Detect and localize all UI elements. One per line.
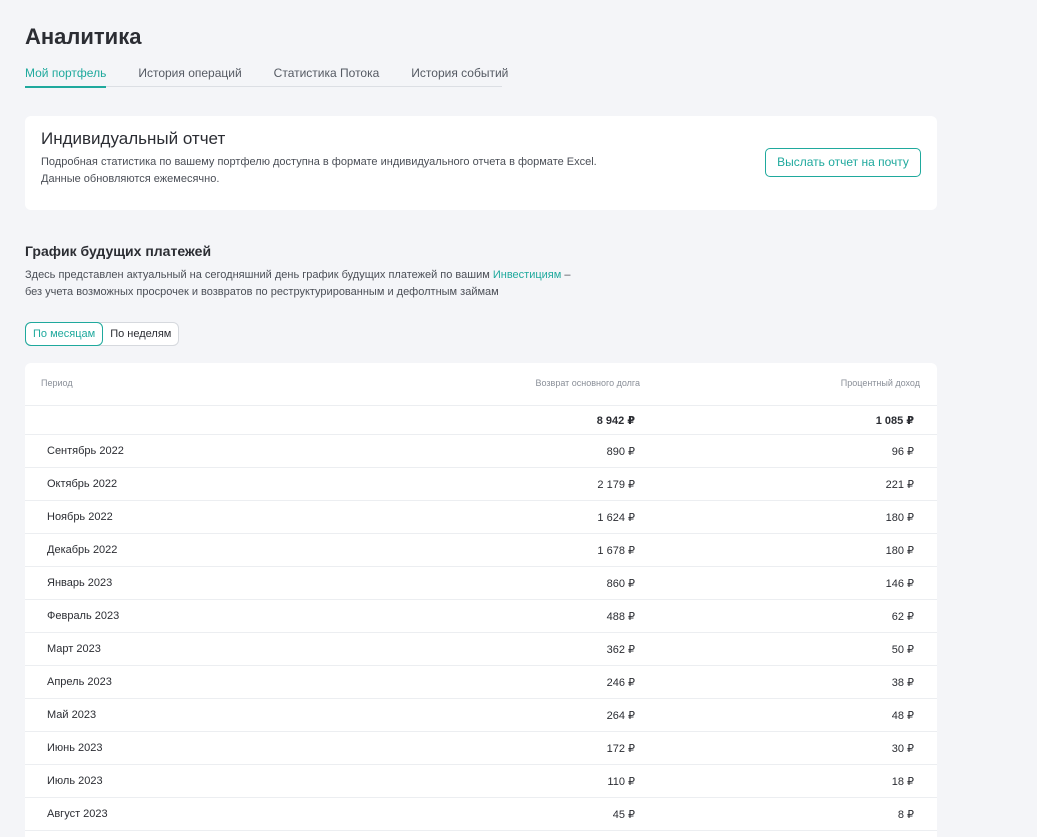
total-interest: 1 085 ₽ [875,415,914,427]
schedule-description-line-2: без учета возможных просрочек и возврато… [25,286,499,298]
table-row: Июнь 2023 172 ₽ 30 ₽ [25,732,937,765]
row-period: Июль 2023 [47,775,103,787]
table-row: Декабрь 2022 1 678 ₽ 180 ₽ [25,534,937,567]
page-title: Аналитика [25,24,142,49]
analytics-tabs: Мой портфель История операций Статистика… [25,64,508,88]
table-row: Январь 2023 860 ₽ 146 ₽ [25,567,937,600]
table-row: Октябрь 2022 2 179 ₽ 221 ₽ [25,468,937,501]
investments-link[interactable]: Инвестициям [493,269,561,281]
table-row: Июль 2023 110 ₽ 18 ₽ [25,765,937,798]
row-principal: 264 ₽ [606,710,635,722]
row-principal: 172 ₽ [606,743,635,755]
row-period: Июнь 2023 [47,742,103,754]
row-period: Сентябрь 2022 [47,445,124,457]
row-period: Ноябрь 2022 [47,511,113,523]
row-principal: 110 ₽ [607,776,635,788]
table-row: Февраль 2023 488 ₽ 62 ₽ [25,600,937,633]
schedule-text-after-link: – [561,269,571,281]
period-toggle: По месяцам По неделям [25,322,180,346]
row-interest: 18 ₽ [891,776,914,788]
row-interest: 8 ₽ [897,809,914,821]
row-period: Август 2023 [47,808,108,820]
report-description: Подробная статистика по вашему портфелю … [41,154,681,188]
table-row: Сентябрь 2022 890 ₽ 96 ₽ [25,435,937,468]
report-description-line-1: Подробная статистика по вашему портфелю … [41,156,597,168]
tab-events-history[interactable]: История событий [411,64,508,87]
row-principal: 1 624 ₽ [597,512,635,524]
table-row: Ноябрь 2022 1 624 ₽ 180 ₽ [25,501,937,534]
row-interest: 38 ₽ [891,677,914,689]
row-period: Январь 2023 [47,577,113,589]
row-interest: 180 ₽ [885,545,914,557]
send-report-button[interactable]: Выслать отчет на почту [765,148,921,177]
row-interest: 30 ₽ [891,743,914,755]
header-principal: Возврат основного долга [535,378,640,388]
total-principal: 8 942 ₽ [596,415,635,427]
row-interest: 180 ₽ [885,512,914,524]
row-principal: 362 ₽ [606,644,635,656]
payments-table: Период Возврат основного долга Процентны… [25,363,937,837]
toggle-by-weeks[interactable]: По неделям [103,323,178,345]
table-header: Период Возврат основного долга Процентны… [25,363,937,406]
tab-my-portfolio[interactable]: Мой портфель [25,64,107,88]
header-interest: Процентный доход [840,378,920,388]
row-principal: 246 ₽ [606,677,635,689]
row-interest: 62 ₽ [891,611,914,623]
row-principal: 45 ₽ [612,809,635,821]
report-description-line-2: Данные обновляются ежемесячно. [41,173,220,185]
schedule-text-before-link: Здесь представлен актуальный на сегодняш… [25,269,493,281]
table-row: Март 2023 362 ₽ 50 ₽ [25,633,937,666]
header-period: Период [41,378,73,388]
row-period: Апрель 2023 [47,676,112,688]
row-interest: 96 ₽ [891,446,914,458]
table-row: Апрель 2023 246 ₽ 38 ₽ [25,666,937,699]
table-row: Август 2023 45 ₽ 8 ₽ [25,798,937,831]
tab-flow-statistics[interactable]: Статистика Потока [274,64,380,87]
row-period: Май 2023 [47,709,97,721]
row-period: Февраль 2023 [47,610,120,622]
table-row: Май 2023 264 ₽ 48 ₽ [25,699,937,732]
row-interest: 221 ₽ [885,479,914,491]
row-interest: 50 ₽ [891,644,914,656]
row-principal: 488 ₽ [606,611,635,623]
row-period: Декабрь 2022 [47,544,118,556]
total-row: 8 942 ₽ 1 085 ₽ [25,406,937,435]
report-title: Индивидуальный отчет [41,129,226,148]
schedule-description: Здесь представлен актуальный на сегодняш… [25,267,571,301]
individual-report-card: Индивидуальный отчет Подробная статистик… [25,116,937,210]
row-principal: 1 678 ₽ [597,545,635,557]
row-principal: 890 ₽ [606,446,635,458]
row-period: Октябрь 2022 [47,478,118,490]
row-period: Март 2023 [47,643,101,655]
row-principal: 860 ₽ [606,578,635,590]
row-principal: 2 179 ₽ [597,479,635,491]
tab-operations-history[interactable]: История операций [138,64,241,87]
schedule-title: График будущих платежей [25,243,212,259]
row-interest: 146 ₽ [885,578,914,590]
schedule-description-line-1: Здесь представлен актуальный на сегодняш… [25,267,571,284]
toggle-by-months[interactable]: По месяцам [25,322,104,346]
row-interest: 48 ₽ [891,710,914,722]
